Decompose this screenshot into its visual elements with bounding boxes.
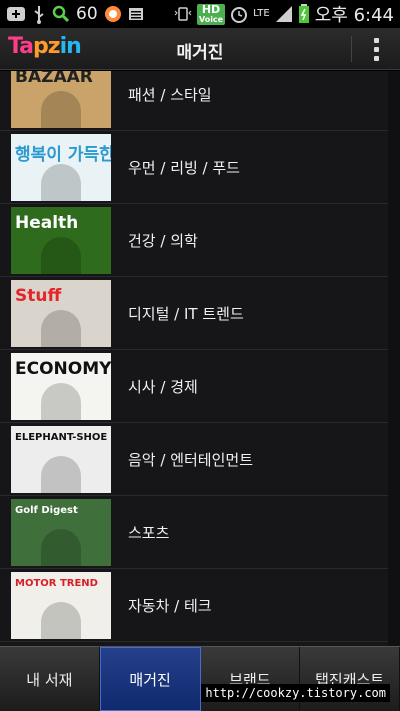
cover-image: [41, 164, 81, 201]
category-row[interactable]: ELEPHANT-SHOE 음악 / 엔터테인먼트: [0, 423, 400, 496]
magazine-cover-thumbnail: ELEPHANT-SHOE: [11, 426, 111, 493]
category-row[interactable]: Health 건강 / 의학: [0, 204, 400, 277]
page-title: 매거진: [176, 43, 224, 63]
category-row[interactable]: Stuff 디지털 / IT 트렌드: [0, 277, 400, 350]
magazine-cover-thumbnail: Golf Digest: [11, 499, 111, 566]
vibrate-icon: [174, 4, 192, 24]
category-label: 스포츠: [128, 523, 170, 542]
magazine-cover-title: ECONOMY: [15, 359, 111, 379]
category-row[interactable]: 행복이 가득한 집우먼 / 리빙 / 푸드: [0, 131, 400, 204]
category-row[interactable]: MOTOR TREND 자동차 / 테크: [0, 569, 400, 642]
alarm-icon: [230, 4, 248, 24]
magazine-cover-title: BAZAAR: [15, 71, 93, 87]
magazine-cover-title: 행복이 가득한 집: [15, 145, 111, 165]
cover-image: [41, 310, 81, 347]
magazine-cover-thumbnail: 행복이 가득한 집: [11, 134, 111, 201]
add-icon: [6, 4, 26, 24]
app-header: Tapzin 매거진: [0, 28, 400, 70]
cover-image: [41, 456, 81, 493]
cover-image: [41, 237, 81, 274]
hd-voice-icon: HD Voice: [196, 2, 226, 25]
category-row[interactable]: BAZAAR 패션 / 스타일: [0, 71, 400, 131]
magazine-cover-thumbnail: Stuff: [11, 280, 111, 347]
category-label: 패션 / 스타일: [128, 85, 212, 104]
app-notification-icon: [104, 4, 122, 24]
cover-image: [41, 383, 81, 420]
category-row[interactable]: ECONOMY 시사 / 경제: [0, 350, 400, 423]
category-list: BAZAAR패션 / 스타일행복이 가득한 집우먼 / 리빙 / 푸드Healt…: [0, 71, 400, 646]
cover-image: [41, 91, 81, 128]
magazine-cover-title: Health: [15, 213, 79, 233]
status-bar: 60 HD Voice LTE 오후 6:44: [0, 0, 400, 28]
magazine-cover-title: Stuff: [15, 286, 62, 306]
category-label: 자동차 / 테크: [128, 596, 212, 615]
magazine-cover-title: MOTOR TREND: [15, 578, 98, 589]
watermark: http://cookzy.tistory.com: [201, 684, 390, 702]
tab-0[interactable]: 내 서재: [0, 647, 100, 711]
cover-image: [41, 529, 81, 566]
category-label: 건강 / 의학: [128, 231, 198, 250]
list-icon: [128, 4, 144, 24]
battery-icon: [298, 4, 310, 24]
category-row[interactable]: Golf Digest 스포츠: [0, 496, 400, 569]
category-label: 우먼 / 리빙 / 푸드: [128, 158, 240, 177]
cover-image: [41, 602, 81, 639]
clock: 오후 6:44: [314, 5, 394, 26]
network-type: LTE: [253, 8, 270, 19]
overflow-menu-icon[interactable]: [366, 36, 386, 62]
magazine-cover-thumbnail: MOTOR TREND: [11, 572, 111, 639]
magazine-cover-title: Golf Digest: [15, 505, 78, 516]
category-label: 디지털 / IT 트렌드: [128, 304, 244, 323]
magazine-cover-thumbnail: BAZAAR: [11, 71, 111, 128]
notification-count: 60: [76, 4, 98, 24]
divider: [351, 36, 352, 62]
search-icon: [52, 4, 70, 24]
signal-icon: [275, 4, 293, 24]
tab-1[interactable]: 매거진: [99, 647, 201, 711]
scrollbar[interactable]: [388, 71, 400, 646]
magazine-cover-thumbnail: ECONOMY: [11, 353, 111, 420]
category-label: 시사 / 경제: [128, 377, 198, 396]
category-label: 음악 / 엔터테인먼트: [128, 450, 253, 469]
magazine-cover-thumbnail: Health: [11, 207, 111, 274]
usb-icon: [32, 4, 46, 24]
magazine-cover-title: ELEPHANT-SHOE: [15, 432, 108, 443]
